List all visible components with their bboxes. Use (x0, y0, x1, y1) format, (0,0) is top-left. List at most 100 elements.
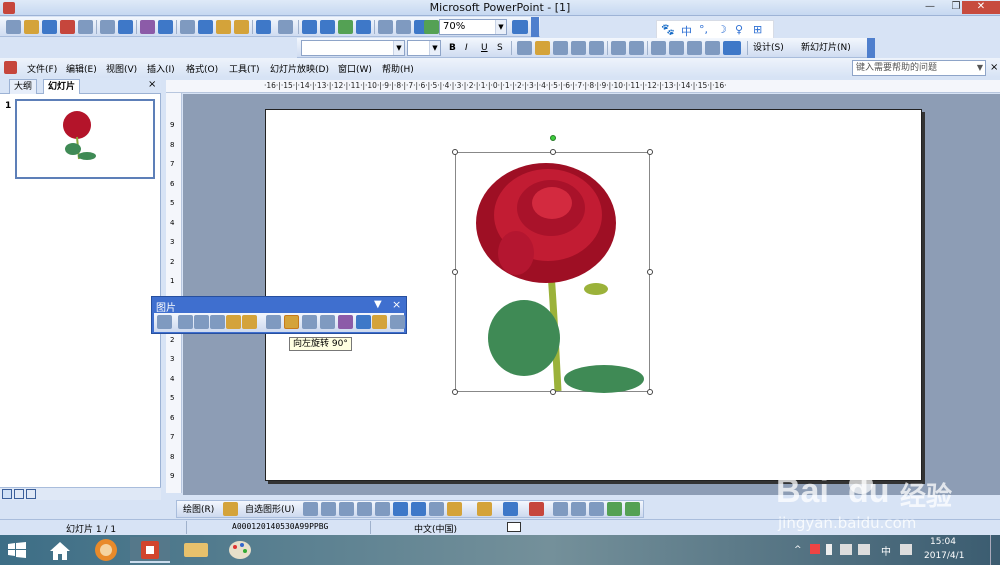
paw-icon[interactable]: 🐾 (661, 23, 675, 36)
resize-handle[interactable] (647, 269, 653, 275)
resize-handle[interactable] (647, 149, 653, 155)
clock-date[interactable]: 2017/4/1 (924, 551, 964, 561)
oval-icon[interactable] (357, 502, 372, 516)
undo-icon[interactable] (256, 20, 271, 34)
help-icon[interactable] (512, 20, 528, 34)
ime-user[interactable]: ♀ (735, 23, 743, 36)
menu-tools[interactable]: 工具(T) (229, 62, 260, 75)
slideshow-view-icon[interactable] (26, 489, 36, 499)
slide-thumbnail[interactable] (15, 99, 155, 179)
compress-pictures-icon[interactable] (320, 315, 335, 329)
font-name-combo[interactable]: ▼ (301, 40, 405, 56)
numbering-icon[interactable] (611, 41, 626, 55)
home-icon[interactable] (40, 537, 80, 563)
line-style-icon[interactable] (302, 315, 317, 329)
menu-file[interactable]: 文件(F) (27, 62, 57, 75)
fill-color-icon[interactable] (477, 502, 492, 516)
insert-table-icon[interactable] (320, 20, 335, 34)
tab-outline[interactable]: 大纲 (9, 79, 38, 94)
new-icon[interactable] (6, 20, 21, 34)
close-doc-icon[interactable]: × (990, 62, 998, 73)
handshake-icon[interactable] (176, 537, 216, 563)
menu-view[interactable]: 视图(V) (106, 62, 137, 75)
font-color-icon[interactable] (723, 41, 741, 55)
ime-punct[interactable]: °, (699, 23, 708, 36)
rotate-left-icon[interactable] (284, 315, 299, 329)
reset-picture-icon[interactable] (390, 315, 405, 329)
wordart-icon[interactable] (393, 502, 408, 516)
select-objects-icon[interactable] (223, 502, 238, 516)
arrow-style-icon[interactable] (589, 502, 604, 516)
ime-lang[interactable]: 中 (681, 23, 692, 39)
ime-moon[interactable]: ☽ (717, 23, 727, 36)
menu-format[interactable]: 格式(O) (186, 62, 218, 75)
less-contrast-icon[interactable] (210, 315, 225, 329)
insert-picture-icon[interactable] (157, 315, 172, 329)
paste-icon[interactable] (216, 20, 231, 34)
volume-icon[interactable] (858, 544, 870, 555)
hyperlink-icon[interactable] (356, 20, 371, 34)
browser-icon[interactable] (86, 537, 126, 563)
increase-indent-icon[interactable] (705, 41, 720, 55)
ime-grid[interactable]: ⊞ (753, 23, 762, 36)
toolbar-options-icon[interactable] (867, 38, 875, 58)
italic-button[interactable]: I (465, 41, 468, 55)
chevron-down-icon[interactable]: ▼ (393, 41, 404, 55)
set-transparent-icon[interactable] (372, 315, 387, 329)
color-icon[interactable] (178, 315, 193, 329)
open-icon[interactable] (24, 20, 39, 34)
resize-handle[interactable] (647, 389, 653, 395)
windows-start-icon[interactable] (8, 542, 26, 558)
line-icon[interactable] (303, 502, 318, 516)
resize-handle[interactable] (452, 149, 458, 155)
menu-window[interactable]: 窗口(W) (338, 62, 372, 75)
toolbar-menu-icon[interactable]: ▼ (374, 299, 382, 310)
crop-icon[interactable] (266, 315, 281, 329)
distribute-icon[interactable] (571, 41, 586, 55)
more-brightness-icon[interactable] (226, 315, 241, 329)
clipart-icon[interactable] (429, 502, 444, 516)
menu-help[interactable]: 帮助(H) (382, 62, 414, 75)
less-brightness-icon[interactable] (242, 315, 257, 329)
insert-picture-icon[interactable] (447, 502, 462, 516)
decrease-font-icon[interactable] (669, 41, 684, 55)
picture-selection[interactable] (452, 135, 653, 395)
network-icon[interactable] (840, 544, 852, 555)
spelling-icon[interactable] (140, 20, 155, 34)
ime-indicator[interactable]: 中 (881, 543, 891, 558)
3d-style-icon[interactable] (625, 502, 640, 516)
picture-toolbar-close[interactable]: × (392, 298, 401, 311)
shadow-button[interactable]: S (497, 41, 503, 55)
tables-borders-icon[interactable] (338, 20, 353, 34)
autoshapes-button[interactable]: 自选图形(U) (245, 503, 295, 517)
minimize-button[interactable]: — (918, 1, 942, 14)
menu-edit[interactable]: 编辑(E) (66, 62, 97, 75)
email-icon[interactable] (78, 20, 93, 34)
expand-all-icon[interactable] (378, 20, 393, 34)
sorter-view-icon[interactable] (14, 489, 24, 499)
menu-slideshow[interactable]: 幻灯片放映(D) (270, 62, 329, 75)
columns-icon[interactable] (589, 41, 604, 55)
copy-icon[interactable] (198, 20, 213, 34)
shadow-style-icon[interactable] (607, 502, 622, 516)
spell-check-icon[interactable] (507, 522, 521, 532)
show-desktop-button[interactable] (990, 535, 1000, 565)
line-color-icon[interactable] (503, 502, 518, 516)
tab-slides[interactable]: 幻灯片 (43, 79, 81, 94)
clock-time[interactable]: 15:04 (930, 537, 956, 547)
resize-handle[interactable] (452, 269, 458, 275)
bold-button[interactable]: B (449, 41, 456, 55)
resize-handle[interactable] (452, 389, 458, 395)
new-slide-button[interactable]: 新幻灯片(N) (801, 41, 851, 55)
print-icon[interactable] (100, 20, 115, 34)
permission-icon[interactable] (60, 20, 75, 34)
decrease-indent-icon[interactable] (687, 41, 702, 55)
align-right-icon[interactable] (553, 41, 568, 55)
dash-style-icon[interactable] (571, 502, 586, 516)
rectangle-icon[interactable] (339, 502, 354, 516)
increase-font-icon[interactable] (651, 41, 666, 55)
tray-arrow-icon[interactable]: ^ (794, 545, 802, 555)
format-painter-icon[interactable] (234, 20, 249, 34)
chevron-down-icon[interactable]: ▼ (429, 41, 440, 55)
chevron-down-icon[interactable]: ▼ (495, 20, 506, 34)
